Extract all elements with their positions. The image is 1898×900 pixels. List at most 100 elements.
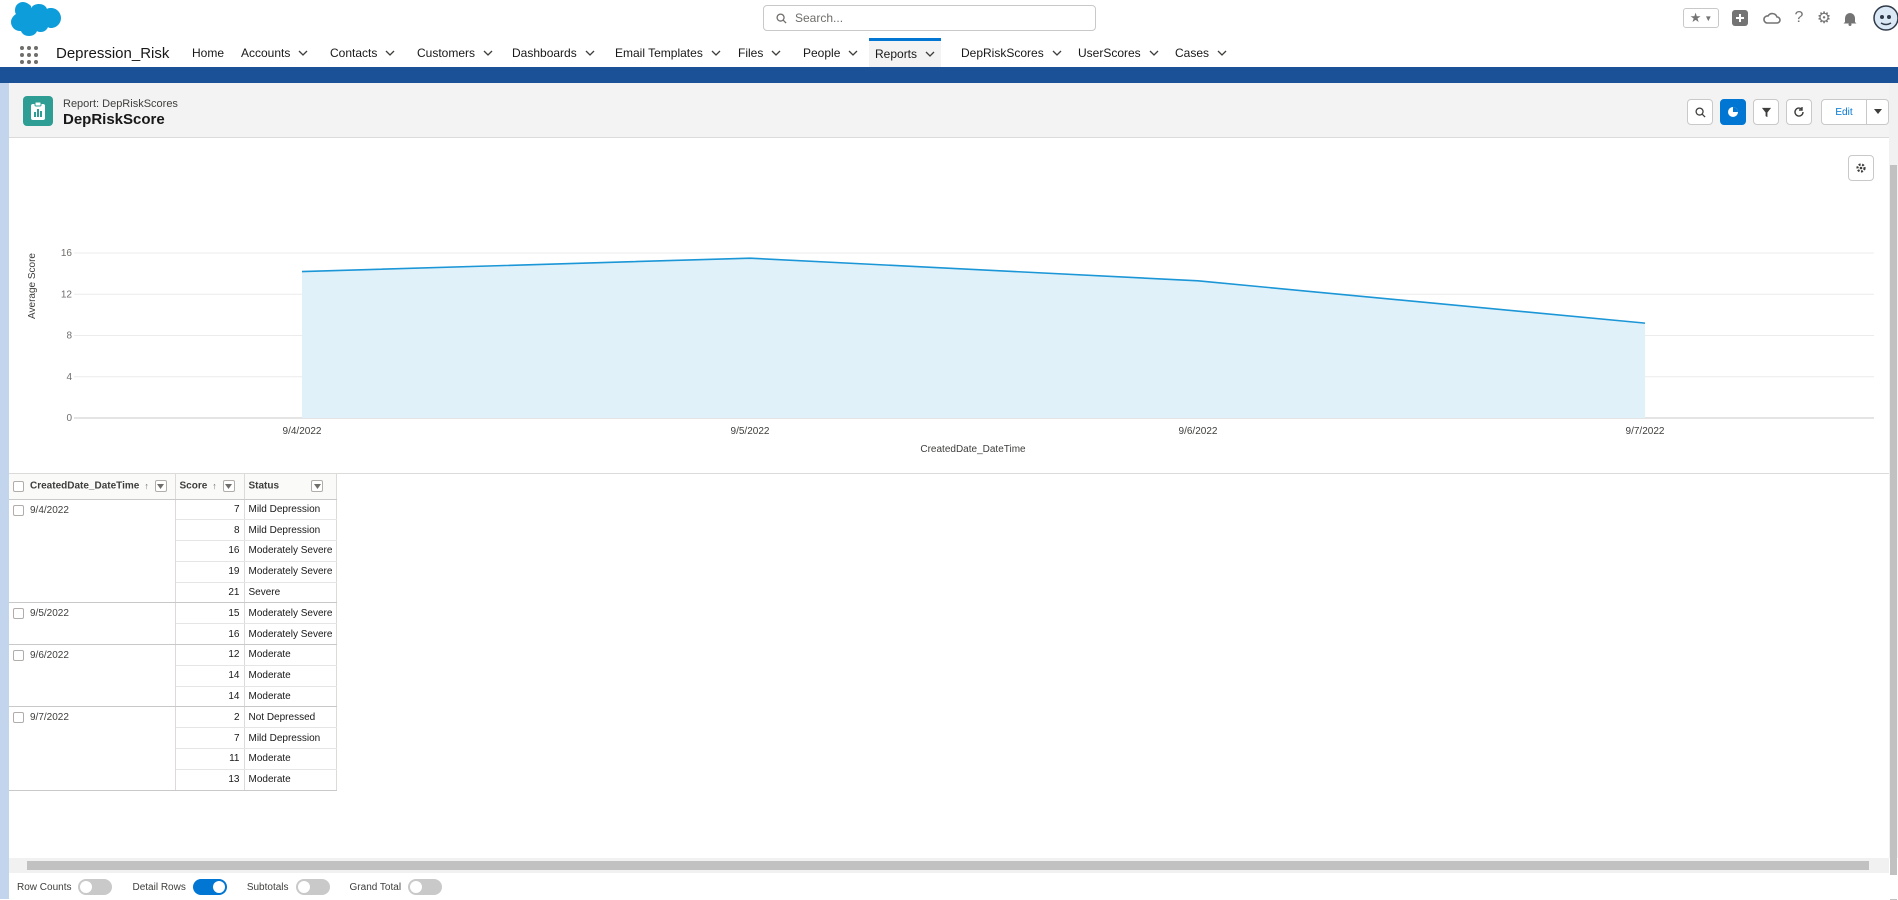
star-icon: ★ [1690,10,1702,26]
table-row: 9/7/20222Not Depressed [9,707,337,728]
user-avatar[interactable] [1872,4,1898,32]
column-header-createddate[interactable]: CreatedDate_DateTime ↑ [9,474,175,499]
column-menu-icon[interactable] [311,480,323,492]
chevron-down-icon[interactable] [925,49,935,59]
chevron-down-icon[interactable] [1217,48,1227,58]
salesforce-logo[interactable] [10,2,62,36]
y-tick-label: 16 [61,248,73,259]
favorites-button[interactable]: ★▼ [1683,8,1719,28]
toggle-chart-button[interactable] [1720,99,1746,125]
report-object-label: Report: DepRiskScores [63,98,178,110]
row-counts-toggle[interactable] [78,879,112,895]
score-cell: 19 [175,561,244,582]
nav-item-label: Accounts [241,46,290,60]
nav-item-label: People [803,46,840,60]
global-search-input[interactable]: Search... [763,5,1096,31]
trailhead-button[interactable] [1762,8,1782,28]
search-placeholder: Search... [795,11,843,25]
edit-button[interactable]: Edit [1821,99,1867,125]
chevron-down-icon[interactable] [585,48,595,58]
chevron-down-icon[interactable] [848,48,858,58]
more-actions-button[interactable] [1867,99,1889,125]
chevron-down-icon[interactable] [1149,48,1159,58]
group-row-checkbox[interactable] [13,505,24,516]
nav-item-label: Contacts [330,46,377,60]
y-tick-label: 0 [66,413,72,424]
group-date-label: 9/6/2022 [30,650,69,661]
y-axis-label: Average Score [27,253,38,319]
detail-rows-toggle[interactable] [193,879,227,895]
column-menu-icon[interactable] [223,480,235,492]
refresh-button[interactable] [1786,99,1812,125]
group-row-checkbox[interactable] [13,650,24,661]
status-cell: Moderate [244,749,337,770]
status-cell: Mild Depression [244,728,337,749]
score-cell: 14 [175,665,244,686]
nav-item-dashboards[interactable]: Dashboards [512,38,595,67]
group-row-checkbox[interactable] [13,608,24,619]
nav-item-label: Customers [417,46,475,60]
search-icon [776,13,787,24]
group-date-cell: 9/6/2022 [9,645,175,707]
score-cell: 13 [175,769,244,790]
status-cell: Moderate [244,769,337,790]
x-tick-label: 9/5/2022 [731,426,770,437]
table-header-row: CreatedDate_DateTime ↑ Score↑ Status [9,474,337,499]
sort-ascending-icon[interactable]: ↑ [144,481,149,491]
grand-total-toggle[interactable] [408,879,442,895]
chevron-down-icon[interactable] [385,48,395,58]
setup-gear-icon[interactable]: ⚙ [1815,8,1833,28]
vertical-scrollbar[interactable] [1889,83,1898,858]
chevron-down-icon[interactable] [711,48,721,58]
nav-item-email-templates[interactable]: Email Templates [615,38,721,67]
scrollbar-thumb[interactable] [1890,165,1897,900]
nav-item-userscores[interactable]: UserScores [1078,38,1159,67]
status-cell: Severe [244,582,337,603]
nav-item-depriskscores[interactable]: DepRiskScores [961,38,1062,67]
group-date-cell: 9/5/2022 [9,603,175,645]
x-tick-label: 9/7/2022 [1626,426,1665,437]
score-cell: 16 [175,541,244,562]
scrollbar-thumb[interactable] [27,861,1869,870]
toggle-label: Grand Total [350,882,402,893]
row-counts-toggle-group: Row Counts [17,879,112,895]
app-launcher-icon[interactable] [20,46,38,64]
nav-item-customers[interactable]: Customers [417,38,493,67]
nav-item-home[interactable]: Home [192,38,224,67]
column-header-label: Status [249,481,280,492]
chevron-down-icon: ▼ [1704,14,1712,23]
select-all-checkbox[interactable] [13,481,24,492]
horizontal-scrollbar[interactable] [9,858,1889,873]
column-menu-icon[interactable] [155,480,167,492]
column-header-status[interactable]: Status [244,474,337,499]
column-header-label: CreatedDate_DateTime [30,481,139,492]
filter-button[interactable] [1753,99,1779,125]
nav-item-accounts[interactable]: Accounts [241,38,308,67]
help-icon[interactable]: ? [1790,8,1808,28]
status-cell: Moderately Severe [244,603,337,624]
chart-icon [1727,106,1739,118]
chevron-down-icon[interactable] [1052,48,1062,58]
chevron-down-icon[interactable] [298,48,308,58]
group-row-checkbox[interactable] [13,712,24,723]
search-report-button[interactable] [1687,99,1713,125]
nav-item-people[interactable]: People [803,38,858,67]
nav-item-reports[interactable]: Reports [869,38,941,67]
nav-item-cases[interactable]: Cases [1175,38,1227,67]
filter-icon [1761,107,1772,118]
nav-item-contacts[interactable]: Contacts [330,38,395,67]
column-header-score[interactable]: Score↑ [175,474,244,499]
sort-ascending-icon[interactable]: ↑ [212,481,217,491]
nav-item-label: Files [738,46,763,60]
page-background [0,83,9,899]
nav-item-label: Dashboards [512,46,577,60]
report-header: Report: DepRiskScores DepRiskScore Edit [9,83,1889,138]
global-actions-button[interactable] [1731,8,1749,28]
chevron-down-icon[interactable] [771,48,781,58]
subtotals-toggle[interactable] [296,879,330,895]
chevron-down-icon [1873,108,1883,116]
nav-item-files[interactable]: Files [738,38,781,67]
chevron-down-icon[interactable] [483,48,493,58]
notifications-bell-icon[interactable] [1841,8,1859,28]
report-table-region: CreatedDate_DateTime↑ Score↑ Status 9/4/… [9,473,1889,800]
